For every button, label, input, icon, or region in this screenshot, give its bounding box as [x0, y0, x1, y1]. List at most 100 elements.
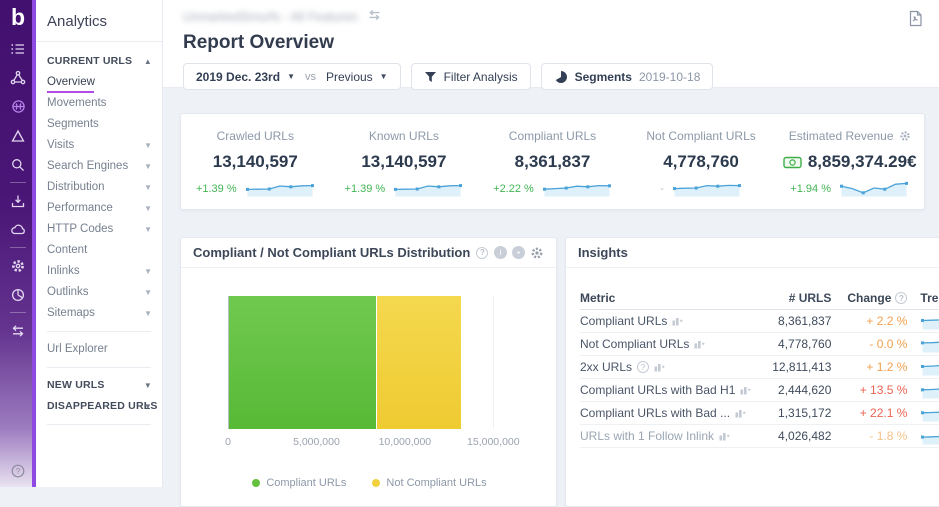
kpi-sparkline [245, 184, 314, 197]
sidebar-item-segments[interactable]: Segments [36, 114, 162, 135]
legend-dot-yellow [372, 479, 381, 487]
sidebar-section-current-urls[interactable]: CURRENT URLS ▲ [36, 51, 162, 72]
kpi-crawled-urls: Crawled URLs 13,140,597 +1.39 % [181, 127, 330, 209]
chart-title: Compliant / Not Compliant URLs Distribut… [193, 245, 471, 260]
x-axis: 0 5,000,000 10,000,000 15,000,000 [225, 436, 520, 450]
axis-tick: 0 [225, 436, 231, 448]
sync-arrows-icon[interactable] [0, 316, 36, 345]
kpi-summary-card: Crawled URLs 13,140,597 +1.39 % Known UR… [180, 113, 925, 210]
axis-tick: 15,000,000 [467, 436, 520, 448]
primary-date-dropdown[interactable]: 2019 Dec. 23rd [196, 70, 280, 84]
kpi-known-urls: Known URLs 13,140,597 +1.39 % [330, 127, 479, 209]
kpi-change: +1.39 % [195, 182, 237, 195]
compare-date-dropdown[interactable]: Previous [326, 70, 373, 84]
explore-metric-icon[interactable] [694, 339, 705, 349]
filter-analysis-button[interactable]: Filter Analysis [410, 63, 531, 90]
sidebar-item-http-codes[interactable]: HTTP Codes ▼ [36, 219, 162, 240]
insight-row-not-compliant-urls[interactable]: Not Compliant URLs 4,778,760 - 0.0 % [580, 333, 939, 356]
keywords-search-icon[interactable] [0, 150, 36, 179]
top-header: UnmarkedSmurfs - All Features Report Ove… [163, 0, 939, 90]
explore-metric-icon[interactable] [719, 431, 730, 441]
rail-divider [10, 182, 26, 183]
help-icon[interactable]: ? [637, 361, 650, 373]
switch-project-icon[interactable] [367, 8, 382, 26]
sidebar-item-movements[interactable]: Movements [36, 93, 162, 114]
page-title: Report Overview [183, 32, 334, 53]
distribution-chart-panel: Compliant / Not Compliant URLs Distribut… [180, 237, 557, 507]
sidebar-divider [47, 424, 151, 425]
info-icon[interactable]: i [494, 246, 507, 259]
chart-settings-gear-icon[interactable] [530, 246, 544, 260]
kpi-estimated-revenue: Estimated Revenue 8,859,374.29€ +1.94 % [775, 127, 924, 209]
segments-button[interactable]: Segments 2019-10-18 [540, 63, 714, 90]
sidebar-title: Analytics [47, 13, 108, 30]
export-pdf-icon[interactable] [908, 10, 923, 32]
explore-metric-icon[interactable] [672, 316, 683, 326]
sidebar-divider [47, 367, 151, 368]
sidebar-item-overview[interactable]: Overview [36, 72, 162, 93]
insight-row-compliant-bad-h1[interactable]: Compliant URLs with Bad H1 2,444,620 + 1… [580, 379, 939, 402]
explore-metric-icon[interactable] [735, 408, 746, 418]
sidebar-section-disappeared-urls[interactable]: DISAPPEARED URLS ▼ [36, 396, 162, 417]
bar-segment-not-compliant[interactable] [376, 296, 461, 429]
logs-prism-icon[interactable] [0, 121, 36, 150]
settings-gear-icon[interactable] [0, 251, 36, 280]
export-tray-icon[interactable] [0, 186, 36, 215]
sidebar-item-performance[interactable]: Performance ▼ [36, 198, 162, 219]
funnel-icon [424, 71, 436, 82]
sidebar-item-distribution[interactable]: Distribution ▼ [36, 177, 162, 198]
analytics-sidebar: Analytics CURRENT URLS ▲ Overview Movemen… [36, 0, 163, 487]
insight-row-compliant-urls[interactable]: Compliant URLs 8,361,837 + 2.2 % [580, 310, 939, 333]
revenue-settings-gear-icon[interactable] [899, 130, 911, 142]
help-icon[interactable]: ? [476, 246, 489, 259]
explore-metric-icon[interactable] [740, 385, 751, 395]
sidebar-item-inlinks[interactable]: Inlinks ▼ [36, 261, 162, 282]
explore-metric-icon[interactable] [654, 362, 665, 372]
insight-row-1-follow-inlink[interactable]: URLs with 1 Follow Inlink 4,026,482 - 1.… [580, 425, 939, 448]
bar-segment-compliant[interactable] [229, 296, 377, 429]
project-name-blurred[interactable]: UnmarkedSmurfs - All Features [183, 10, 357, 24]
usage-pie-icon[interactable] [0, 280, 36, 309]
insights-panel: Insights Metric # URLS Change? Trend Com… [565, 237, 939, 507]
sidebar-item-search-engines[interactable]: Search Engines ▼ [36, 156, 162, 177]
insights-header-row: Metric # URLS Change? Trend [580, 287, 939, 310]
legend-not-compliant[interactable]: Not Compliant URLs [372, 477, 487, 489]
sidebar-section-new-urls[interactable]: NEW URLS ▼ [36, 375, 162, 396]
chevron-down-icon: ▼ [144, 162, 152, 171]
chevron-down-icon: ▼ [143, 381, 152, 390]
chevron-down-icon: ▼ [144, 267, 152, 276]
botify-logo[interactable]: b [0, 0, 36, 34]
chevron-down-icon: ▼ [144, 309, 152, 318]
kpi-sparkline [542, 184, 611, 197]
help-icon[interactable]: ? [895, 292, 908, 304]
date-compare-control[interactable]: 2019 Dec. 23rd ▼ vs Previous ▼ [183, 63, 401, 90]
menu-list-icon[interactable] [0, 34, 36, 63]
sidebar-item-outlinks[interactable]: Outlinks ▼ [36, 282, 162, 303]
chevron-up-icon: ▲ [143, 57, 152, 66]
sidebar-item-sitemaps[interactable]: Sitemaps ▼ [36, 303, 162, 324]
legend-compliant[interactable]: Compliant URLs [252, 477, 346, 489]
trend-sparkline [921, 388, 939, 399]
kpi-not-compliant-urls: Not Compliant URLs 4,778,760 - [627, 127, 776, 209]
help-icon[interactable]: ? [0, 463, 36, 479]
crawler-icon[interactable] [0, 63, 36, 92]
export-image-icon[interactable]: ▪ [512, 246, 525, 259]
kpi-change: - [660, 182, 664, 195]
kpi-sparkline [672, 184, 741, 197]
sidebar-item-visits[interactable]: Visits ▼ [36, 135, 162, 156]
kpi-sparkline [840, 181, 908, 197]
analytics-brain-icon[interactable] [0, 92, 36, 121]
insight-row-2xx-urls[interactable]: 2xx URLs ? 12,811,413 + 1.2 % [580, 356, 939, 379]
segments-pie-icon [555, 70, 567, 83]
kpi-change: +1.94 % [790, 182, 831, 195]
sidebar-divider [47, 331, 151, 332]
kpi-change: +1.39 % [344, 182, 386, 195]
cloud-icon[interactable] [0, 215, 36, 244]
legend-dot-green [252, 479, 261, 487]
insight-row-compliant-bad[interactable]: Compliant URLs with Bad ... 1,315,172 + … [580, 402, 939, 425]
kpi-change: +2.22 % [493, 182, 534, 195]
rail-divider [10, 312, 26, 313]
trend-sparkline [921, 365, 939, 376]
sidebar-item-content[interactable]: Content [36, 240, 162, 261]
sidebar-item-url-explorer[interactable]: Url Explorer [36, 339, 162, 360]
